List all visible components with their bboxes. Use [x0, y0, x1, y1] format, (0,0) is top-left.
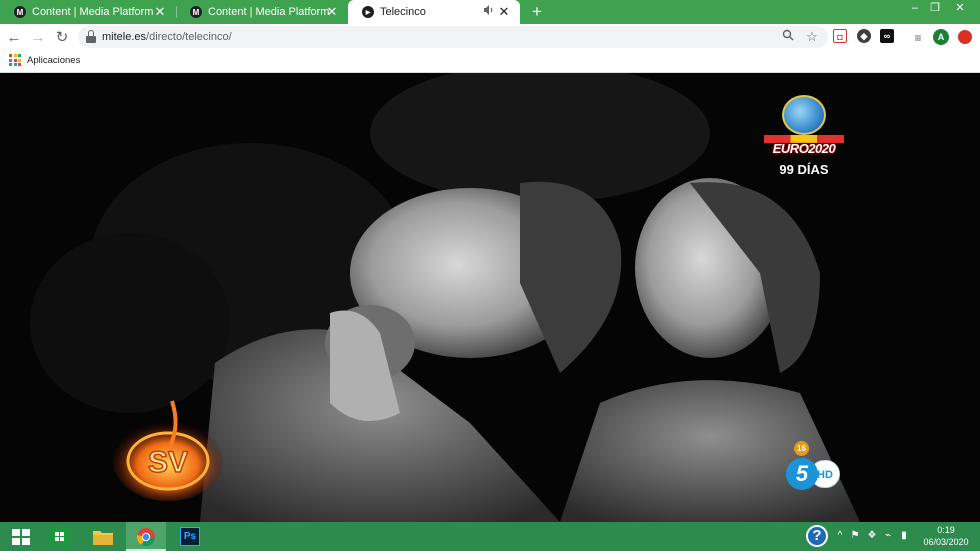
close-icon[interactable]: ✕ — [324, 4, 340, 20]
photoshop-icon: Ps — [180, 527, 200, 546]
telecinco-favicon-icon: ▶ — [362, 6, 374, 18]
browser-toolbar: ← → ↻ mitele.es/directo/telecinco/ ☆ ◘ ◆… — [0, 24, 980, 51]
lock-icon[interactable] — [86, 30, 96, 44]
url-text: mitele.es/directo/telecinco/ — [102, 31, 232, 43]
address-bar[interactable]: mitele.es/directo/telecinco/ ☆ — [78, 26, 828, 48]
mediaplatform-favicon-icon: M — [14, 6, 26, 18]
star-icon[interactable]: ☆ — [802, 27, 822, 47]
close-icon[interactable]: ✕ — [496, 4, 512, 20]
usb-icon[interactable]: ⌁ — [882, 530, 894, 542]
dropbox-icon[interactable]: ❖ — [866, 530, 878, 542]
bookmarks-bar: Aplicaciones — [0, 51, 980, 73]
chevron-up-icon[interactable]: ^ — [834, 530, 846, 542]
tab-title: Telecinco — [380, 6, 426, 18]
taskbar-store[interactable] — [40, 522, 80, 551]
close-icon[interactable]: ✕ — [152, 4, 168, 20]
close-window-icon[interactable]: ✕ — [950, 0, 970, 16]
clock-date[interactable]: 06/03/2020 — [918, 537, 974, 547]
tab-content-media-platform-2[interactable]: M Content | Media Platform ✕ — [176, 0, 348, 24]
tab-content-media-platform-1[interactable]: M Content | Media Platform ✕ — [0, 0, 176, 24]
speaker-icon[interactable] — [482, 4, 496, 20]
back-icon[interactable]: ← — [4, 28, 24, 48]
folder-icon — [92, 527, 113, 546]
network-icon[interactable]: ▮ — [898, 530, 910, 542]
apps-grid-icon[interactable] — [9, 54, 21, 66]
help-icon[interactable]: ? — [806, 525, 828, 547]
tab-title: Content | Media Platform — [208, 6, 330, 18]
countdown-days: 99 DÍAS — [779, 162, 829, 177]
bookmark-apps-label[interactable]: Aplicaciones — [27, 55, 80, 66]
taskbar-file-explorer[interactable] — [82, 522, 122, 551]
telecinco-hd-logo: HD 5 — [786, 458, 842, 490]
restore-icon[interactable]: ❐ — [925, 0, 945, 16]
start-button[interactable] — [0, 522, 40, 551]
sv-logo-text: SV — [148, 446, 188, 479]
euro2020-countdown-overlay: EURO2020 99 DÍAS — [758, 95, 850, 181]
tab-strip: M Content | Media Platform ✕ M Content |… — [0, 0, 980, 24]
store-icon — [50, 527, 70, 546]
age-rating-badge: 16 — [794, 441, 809, 456]
chrome-icon — [136, 527, 156, 546]
update-icon[interactable] — [958, 30, 972, 44]
reading-list-icon[interactable]: ≡ — [908, 28, 928, 48]
supervivientes-fire-logo-icon: SV — [113, 400, 223, 501]
extension-pocket-icon[interactable]: ◘ — [833, 29, 847, 43]
new-tab-button[interactable]: + — [528, 2, 546, 22]
extension-shield-icon[interactable]: ◆ — [857, 29, 871, 43]
euro2020-trophy-icon — [782, 95, 826, 135]
windows-taskbar: Ps ? ^ ⚑ ❖ ⌁ ▮ 0:19 06/03/2020 — [0, 522, 980, 551]
tab-telecinco[interactable]: ▶ Telecinco ✕ — [348, 0, 520, 24]
profile-avatar[interactable]: A — [933, 29, 949, 45]
flag-notification-icon[interactable]: ⚑ — [849, 530, 861, 542]
video-player[interactable]: EURO2020 99 DÍAS SV 16 HD 5 — [0, 73, 980, 522]
tab-title: Content | Media Platform — [32, 6, 154, 18]
extension-infinity-icon[interactable]: ∞ — [880, 29, 894, 43]
windows-logo-icon — [12, 529, 30, 545]
mediaplatform-favicon-icon: M — [190, 6, 202, 18]
channel-number: 5 — [786, 458, 818, 490]
screen: M Content | Media Platform ✕ M Content |… — [0, 0, 980, 551]
zoom-search-icon[interactable] — [778, 27, 798, 47]
forward-icon[interactable]: → — [28, 28, 48, 48]
taskbar-chrome[interactable] — [126, 522, 166, 551]
taskbar-photoshop[interactable]: Ps — [170, 522, 210, 551]
euro2020-logo-text: EURO2020 — [772, 141, 836, 156]
clock-time[interactable]: 0:19 — [926, 525, 966, 535]
reload-icon[interactable]: ↻ — [52, 28, 72, 48]
minimize-icon[interactable]: – — [905, 0, 925, 16]
